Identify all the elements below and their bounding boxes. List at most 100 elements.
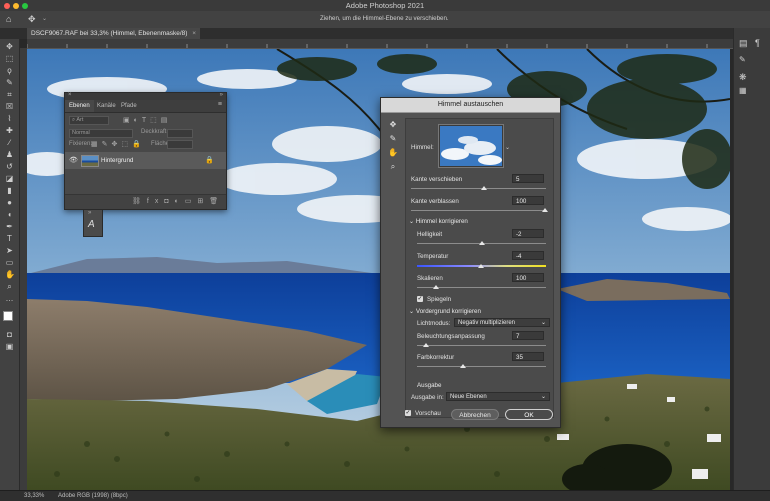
history-panel-icon[interactable]: ▤ — [739, 38, 748, 49]
fade-edge-slider-knob[interactable] — [542, 208, 548, 212]
frame-tool-icon[interactable]: ☒ — [5, 102, 14, 111]
sky-preset-picker[interactable] — [438, 124, 504, 168]
hand-tool-icon[interactable]: ✋ — [5, 270, 15, 279]
foreground-color-swatch[interactable] — [3, 311, 13, 321]
brush-tool-icon[interactable]: ∕ — [5, 138, 14, 147]
tools-panel: ✥ ⬚ ϙ ✎ ⌗ ☒ ⌇ ✚ ∕ ♟ ↺ ◪ ▮ ● ◖ ✒ T ➤ ▭ ✋ … — [0, 39, 20, 490]
layer-filter-select[interactable]: ⌕ Art — [69, 116, 109, 125]
shape-tool-icon[interactable]: ▭ — [5, 258, 14, 267]
home-icon[interactable]: ⌂ — [6, 14, 11, 24]
app-title: Adobe Photoshop 2021 — [345, 1, 425, 10]
sky-preset-chevron-icon[interactable]: ⌄ — [505, 144, 510, 151]
foreground-adjust-section[interactable]: ⌄ Vordergrund korrigieren — [409, 308, 481, 315]
panel-close-icon[interactable]: × — [68, 92, 72, 98]
eye-icon[interactable]: 👁 — [69, 156, 78, 164]
layer-actions-icons[interactable]: ⛓fx◘◐▭⊞🗑 — [132, 197, 224, 205]
opacity-field[interactable] — [167, 129, 193, 138]
brightness-slider-knob[interactable] — [479, 241, 485, 245]
sky-adjust-header: Himmel korrigieren — [415, 218, 468, 225]
blend-mode-select[interactable]: Normal — [69, 129, 133, 138]
layers-panel-header[interactable]: × » — [65, 92, 226, 100]
eraser-tool-icon[interactable]: ◪ — [5, 174, 14, 183]
character-panel-collapsed[interactable]: » A — [83, 209, 103, 237]
properties-panel-icon[interactable]: ▦ — [739, 86, 747, 95]
sky-label: Himmel: — [411, 144, 434, 151]
sky-move-tool-icon[interactable]: ✥ — [388, 120, 398, 130]
blend-mode-value: Normal — [72, 130, 90, 136]
lighting-adjust-field[interactable]: 7 — [512, 331, 544, 340]
flip-label: Spiegeln — [427, 296, 452, 303]
tab-paths[interactable]: Pfade — [117, 100, 141, 112]
layers-panel-footer: ⛓fx◘◐▭⊞🗑 — [65, 194, 226, 209]
layer-row[interactable]: 👁 Hintergrund 🔒 — [65, 152, 226, 169]
blur-tool-icon[interactable]: ● — [5, 198, 14, 207]
pen-tool-icon[interactable]: ✒ — [5, 222, 14, 231]
cancel-button[interactable]: Abbrechen — [451, 409, 499, 420]
zoom-tool-icon[interactable]: ⌕ — [5, 282, 14, 291]
screen-mode-icon[interactable]: ▣ — [5, 342, 14, 351]
shift-edge-slider[interactable] — [411, 188, 546, 189]
history-brush-tool-icon[interactable]: ↺ — [5, 162, 14, 171]
eyedropper-tool-icon[interactable]: ⌇ — [5, 114, 14, 123]
gradient-tool-icon[interactable]: ▮ — [5, 186, 14, 195]
light-mode-select[interactable]: Negativ multiplizieren ⌄ — [454, 318, 550, 327]
more-tools-icon[interactable]: … — [5, 294, 14, 303]
ok-button[interactable]: OK — [505, 409, 553, 420]
crop-tool-icon[interactable]: ⌗ — [5, 90, 14, 99]
scale-slider-knob[interactable] — [433, 285, 439, 289]
sky-brush-tool-icon[interactable]: ✎ — [388, 134, 398, 144]
adjustments-panel-icon[interactable]: ❋ — [739, 72, 747, 83]
fade-edge-label: Kante verblassen — [411, 198, 459, 205]
close-tab-icon[interactable]: × — [192, 30, 196, 37]
color-adjust-field[interactable]: 35 — [512, 352, 544, 361]
close-window-button[interactable] — [4, 3, 10, 9]
zoom-tool-icon[interactable]: ⌕ — [388, 162, 398, 172]
tab-layers[interactable]: Ebenen — [65, 100, 94, 112]
preview-checkbox[interactable]: ✓ — [405, 410, 411, 416]
panel-menu-icon[interactable]: ≡ — [218, 101, 222, 108]
zoom-window-button[interactable] — [22, 3, 28, 9]
type-tool-icon[interactable]: T — [5, 234, 14, 243]
layer-filter-icons[interactable]: ▣◐T⬚▤ — [123, 116, 171, 124]
tool-preset-chevron-icon[interactable]: ⌄ — [42, 15, 47, 22]
lighting-adjust-slider[interactable] — [417, 345, 546, 346]
path-select-tool-icon[interactable]: ➤ — [5, 246, 14, 255]
brush-panel-icon[interactable]: ✎ — [739, 55, 746, 64]
color-adjust-slider-knob[interactable] — [460, 364, 466, 368]
quick-select-tool-icon[interactable]: ✎ — [5, 78, 14, 87]
lasso-tool-icon[interactable]: ϙ — [5, 66, 14, 75]
temperature-field[interactable]: -4 — [512, 251, 544, 260]
brightness-label: Helligkeit — [417, 231, 443, 238]
lock-icons[interactable]: ▦✎✥⬚🔒 — [91, 140, 145, 148]
quick-mask-icon[interactable]: ◘ — [5, 330, 14, 339]
fade-edge-field[interactable]: 100 — [512, 196, 544, 205]
flip-checkbox[interactable]: ✓ — [417, 296, 423, 302]
move-tool-icon[interactable]: ✥ — [5, 42, 14, 51]
output-to-select[interactable]: Neue Ebenen ⌄ — [446, 392, 550, 401]
collapse-icon[interactable]: » — [88, 210, 91, 216]
shift-edge-field[interactable]: 5 — [512, 174, 544, 183]
options-hint: Ziehen, um die Himmel-Ebene zu verschieb… — [320, 15, 449, 22]
move-tool-icon[interactable]: ✥ — [28, 14, 36, 25]
tab-channels[interactable]: Kanäle — [93, 100, 120, 112]
brightness-field[interactable]: -2 — [512, 229, 544, 238]
minimize-window-button[interactable] — [13, 3, 19, 9]
fade-edge-slider[interactable] — [411, 210, 546, 211]
dodge-tool-icon[interactable]: ◖ — [5, 210, 14, 219]
panel-collapse-icon[interactable]: » — [220, 92, 223, 98]
character-icon[interactable]: A — [88, 219, 95, 230]
shift-edge-slider-knob[interactable] — [481, 186, 487, 190]
lighting-adjust-slider-knob[interactable] — [423, 343, 429, 347]
scale-label: Skalieren — [417, 275, 443, 282]
paragraph-panel-icon[interactable]: ¶ — [755, 38, 760, 48]
document-tab[interactable]: DSCF9067.RAF bei 33,3% (Himmel, Ebenenma… — [27, 28, 201, 39]
fill-field[interactable] — [167, 140, 193, 149]
sky-adjust-section[interactable]: ⌄ Himmel korrigieren — [409, 218, 468, 225]
healing-brush-tool-icon[interactable]: ✚ — [5, 126, 14, 135]
marquee-tool-icon[interactable]: ⬚ — [5, 54, 14, 63]
hand-tool-icon[interactable]: ✋ — [388, 148, 398, 158]
scale-field[interactable]: 100 — [512, 273, 544, 282]
color-adjust-slider[interactable] — [417, 366, 546, 367]
temperature-slider-knob[interactable] — [478, 264, 484, 268]
clone-stamp-tool-icon[interactable]: ♟ — [5, 150, 14, 159]
